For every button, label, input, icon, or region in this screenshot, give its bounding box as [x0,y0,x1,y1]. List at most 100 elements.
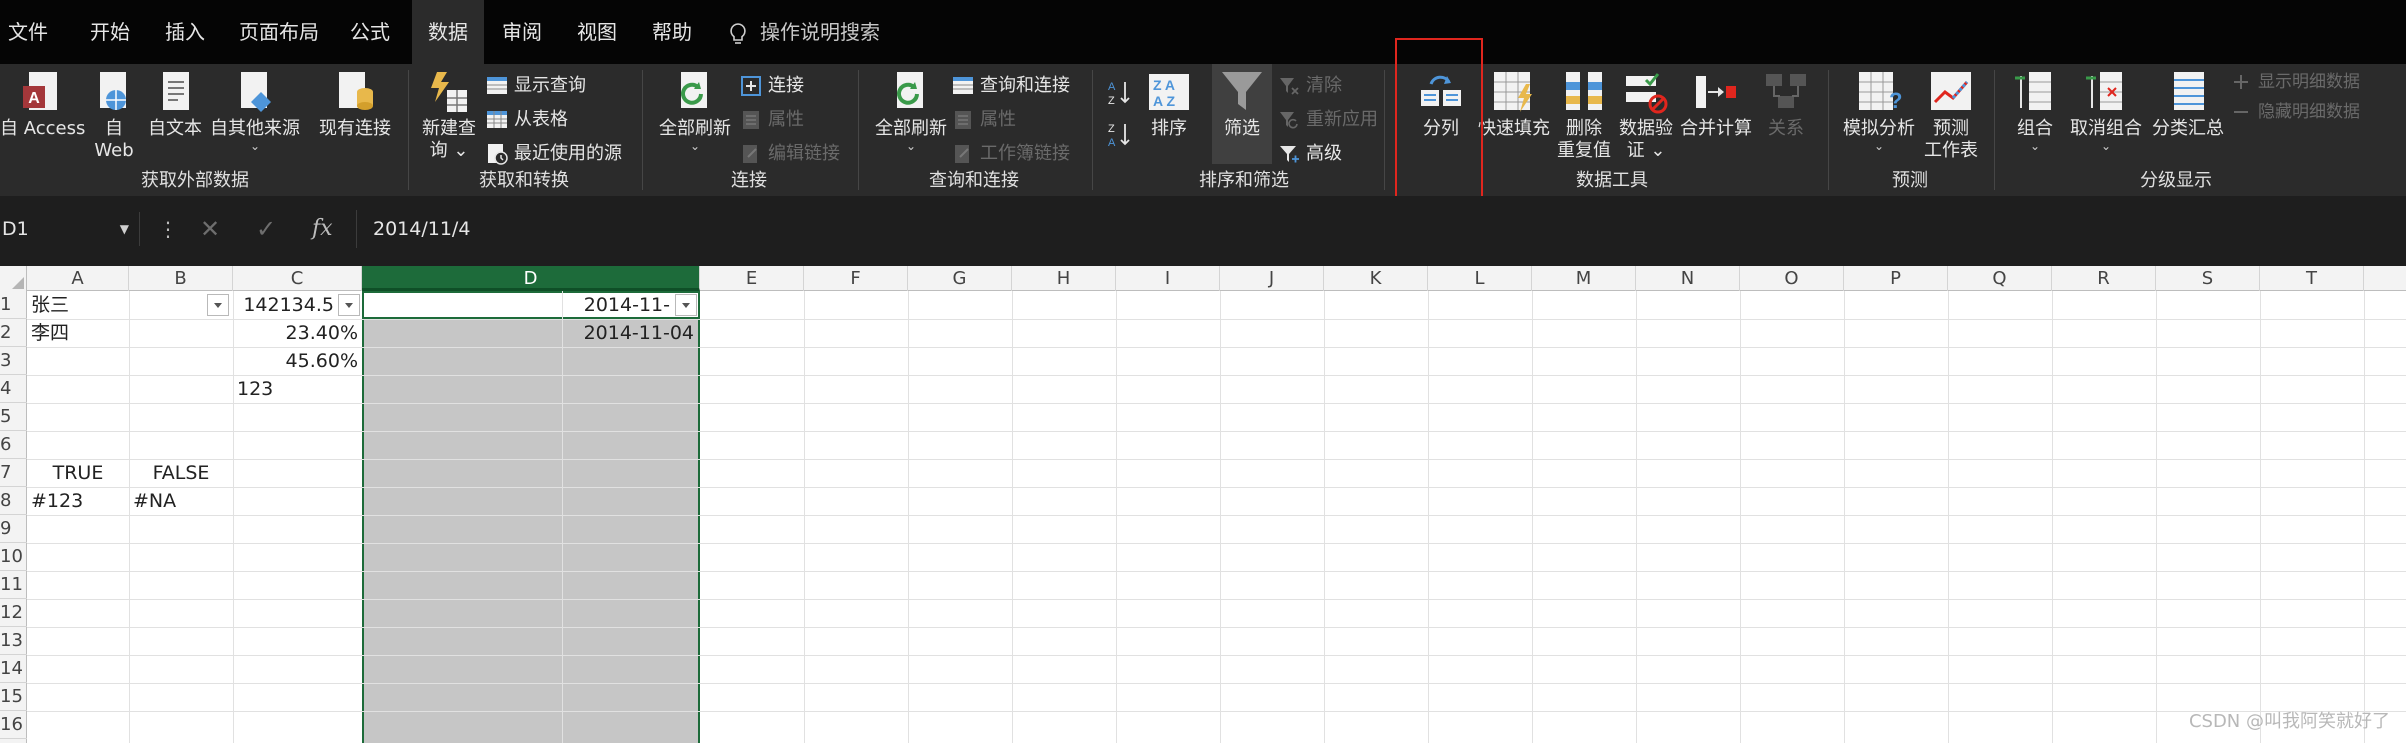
remove-duplicates-button[interactable]: 删除 重复值 [1554,64,1614,164]
row-header[interactable]: 15 [0,683,27,711]
cell-c1[interactable]: 142134.5 [233,291,338,319]
from-web-button[interactable]: 自 Web [88,64,140,164]
tab-help[interactable]: 帮助 [640,0,704,64]
select-all-corner[interactable] [0,266,27,291]
enter-check-icon[interactable]: ✓ [256,212,276,246]
column-header-l[interactable]: L [1428,266,1532,291]
column-header-m[interactable]: M [1532,266,1636,291]
column-header-s[interactable]: S [2156,266,2260,291]
cell-a8[interactable]: #123 [27,487,129,515]
row-header[interactable]: 7 [0,459,27,487]
refresh-all-button[interactable]: 全部刷新 ⌄ [652,64,738,164]
insert-function-icon[interactable]: fx [312,212,333,246]
tell-me-search[interactable]: 操作说明搜索 [728,0,880,64]
column-header-p[interactable]: P [1844,266,1948,291]
tab-review[interactable]: 审阅 [494,0,550,64]
column-header-k[interactable]: K [1324,266,1428,291]
column-header-h[interactable]: H [1012,266,1116,291]
chevron-down-icon[interactable]: ▼ [120,212,129,246]
flash-fill-button[interactable]: 快速填充 [1476,64,1552,164]
filter-dropdown-button[interactable] [207,294,229,316]
data-validation-button[interactable]: 数据验 证 ⌄ [1616,64,1676,164]
column-header-e[interactable]: E [700,266,804,291]
tab-formulas[interactable]: 公式 [340,0,400,64]
column-header-d[interactable]: D [362,266,700,291]
column-header-f[interactable]: F [804,266,908,291]
column-header-j[interactable]: J [1220,266,1324,291]
show-queries-button[interactable]: 显示查询 [486,70,586,102]
column-header-o[interactable]: O [1740,266,1844,291]
row-header[interactable]: 4 [0,375,27,403]
queries-connections-button[interactable]: 查询和连接 [952,70,1070,102]
row-header[interactable]: 12 [0,599,27,627]
properties-button[interactable]: 属性 [740,104,804,136]
text-to-columns-button[interactable]: 分列 [1406,64,1476,164]
row-header[interactable]: 6 [0,431,27,459]
new-query-button[interactable]: 新建查 询 ⌄ [418,64,480,164]
column-header-t[interactable]: T [2260,266,2364,291]
cell-b8[interactable]: #NA [129,487,233,515]
cell-d1[interactable]: 2014-11- [362,291,674,319]
what-if-analysis-button[interactable]: ? 模拟分析 ⌄ [1840,64,1918,164]
row-header[interactable]: 16 [0,711,27,739]
show-detail-button[interactable]: 显示明细数据 [2230,66,2360,98]
connections-button[interactable]: 连接 [740,70,804,102]
column-header-a[interactable]: A [27,266,129,291]
group-button[interactable]: 组合 ⌄ [2006,64,2064,164]
tab-file[interactable]: 文件 [0,0,56,64]
cell-b7[interactable]: FALSE [129,459,233,487]
column-header-n[interactable]: N [1636,266,1740,291]
subtotal-button[interactable]: 分类汇总 [2148,64,2228,164]
row-header[interactable]: 3 [0,347,27,375]
from-text-button[interactable]: 自文本 [144,64,206,164]
ungroup-button[interactable]: 取消组合 ⌄ [2066,64,2146,164]
more-options-icon[interactable]: ⋮ [158,212,178,246]
reapply-button[interactable]: 重新应用 [1278,104,1378,136]
cell-a1[interactable]: 张三 [27,291,129,319]
sort-descending-button[interactable]: ZA [1108,118,1138,150]
tab-view[interactable]: 视图 [564,0,630,64]
tab-data[interactable]: 数据 [412,0,484,64]
row-header[interactable]: 14 [0,655,27,683]
cell-c4[interactable]: 123 [233,375,362,403]
column-header-b[interactable]: B [129,266,233,291]
hide-detail-button[interactable]: 隐藏明细数据 [2230,96,2360,128]
cancel-icon[interactable]: ✕ [200,212,220,246]
cell-a2[interactable]: 李四 [27,319,129,347]
filter-button[interactable]: 筛选 [1212,64,1272,164]
row-header[interactable]: 5 [0,403,27,431]
cell-c2[interactable]: 23.40% [233,319,362,347]
column-header-r[interactable]: R [2052,266,2156,291]
clear-filter-button[interactable]: 清除 [1278,70,1342,102]
column-header-q[interactable]: Q [1948,266,2052,291]
name-box[interactable]: D1 ▼ [0,212,140,246]
row-header[interactable]: 13 [0,627,27,655]
existing-connections-button[interactable]: 现有连接 [314,64,396,164]
from-other-sources-button[interactable]: 自其他来源 ⌄ [208,64,302,164]
tab-page-layout[interactable]: 页面布局 [232,0,326,64]
column-header-i[interactable]: I [1116,266,1220,291]
sort-button[interactable]: Z AA Z 排序 [1144,64,1194,164]
worksheet-grid[interactable]: A B C D E F G H I J K L M N O P Q R S T … [0,266,2406,743]
sort-ascending-button[interactable]: AZ [1108,76,1138,108]
tab-home[interactable]: 开始 [78,0,142,64]
filter-dropdown-button[interactable] [338,294,360,316]
cell-c3[interactable]: 45.60% [233,347,362,375]
from-access-button[interactable]: A 自 Access [0,64,85,164]
row-header[interactable]: 8 [0,487,27,515]
formula-input[interactable]: 2014/11/4 [356,210,2406,248]
row-header[interactable]: 1 [0,291,27,319]
filter-dropdown-button[interactable] [675,294,697,316]
forecast-sheet-button[interactable]: 预测 工作表 [1920,64,1982,164]
consolidate-button[interactable]: 合并计算 [1678,64,1754,164]
query-properties-button[interactable]: 属性 [952,104,1016,136]
from-table-button[interactable]: 从表格 [486,104,568,136]
row-header[interactable]: 11 [0,571,27,599]
cell-d2[interactable]: 2014-11-04 [362,319,698,347]
row-header[interactable]: 9 [0,515,27,543]
cell-a7[interactable]: TRUE [27,459,129,487]
relationships-button[interactable]: 关系 [1756,64,1816,164]
tab-insert[interactable]: 插入 [152,0,218,64]
column-header-g[interactable]: G [908,266,1012,291]
refresh-all-queries-button[interactable]: 全部刷新 ⌄ [868,64,954,164]
